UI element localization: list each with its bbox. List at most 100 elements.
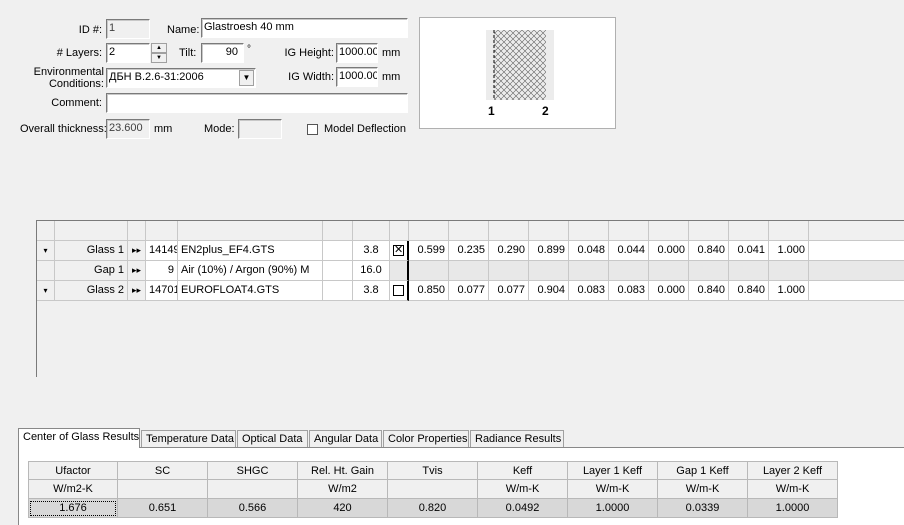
tab-temperature-data[interactable]: Temperature Data	[141, 430, 236, 447]
result-header: Rel. Ht. Gain	[298, 461, 388, 480]
table-cell	[609, 261, 649, 281]
column-header	[769, 221, 809, 241]
result-header: SC	[118, 461, 208, 480]
thickness-label: Overall thickness:	[20, 123, 107, 135]
gap-hatch	[494, 30, 546, 100]
chevron-down-icon[interactable]: ▼	[239, 70, 254, 86]
layer-id-cell[interactable]: 14701	[146, 281, 178, 301]
layer-name-cell: EN2plus_EF4.GTS	[178, 241, 323, 261]
env-label-line2: Conditions:	[48, 78, 104, 90]
tilt-input[interactable]: 90	[201, 43, 244, 63]
ig-height-unit: mm	[382, 47, 401, 59]
table-cell: 0.840	[689, 281, 729, 301]
comment-input[interactable]	[106, 93, 408, 113]
mode-field	[238, 119, 282, 139]
result-unit: W/m2-K	[28, 480, 118, 499]
ig-height-label: IG Height:	[284, 47, 334, 59]
layer-name-cell: Air (10%) / Argon (90%) M	[178, 261, 323, 281]
row-label: Gap 1	[55, 261, 128, 281]
table-cell	[809, 261, 904, 281]
row-label: Glass 1	[55, 241, 128, 261]
id-field: 1	[106, 19, 150, 39]
column-header	[353, 221, 390, 241]
table-cell: 0.000	[649, 281, 689, 301]
result-value: 0.0339	[658, 499, 748, 518]
mode-label: Mode:	[204, 123, 235, 135]
tilt-unit: °	[247, 44, 251, 55]
comment-label: Comment:	[51, 97, 102, 109]
layers-spinner[interactable]: ▲ ▼	[151, 43, 167, 63]
table-cell: 0.041	[729, 241, 769, 261]
table-cell: 0.235	[449, 241, 489, 261]
layer-id-cell[interactable]: 9	[146, 261, 178, 281]
result-header: Gap 1 Keff	[658, 461, 748, 480]
table-cell: 0.904	[529, 281, 569, 301]
row-dropdown-icon[interactable]: ▾	[37, 241, 55, 261]
flip-checkbox[interactable]	[393, 285, 404, 296]
tab-optical-data[interactable]: Optical Data	[237, 430, 308, 447]
result-value: 0.566	[208, 499, 298, 518]
ig-width-input[interactable]: 1000.00	[336, 67, 378, 87]
result-header: Tvis	[388, 461, 478, 480]
row-label: Glass 2	[55, 281, 128, 301]
flip-checkbox-cell	[390, 261, 409, 281]
result-value: 0.820	[388, 499, 478, 518]
results-pane: Ufactor W/m2-K 1.676 SC 0.651 SHGC 0.566 Rel. H…	[18, 447, 904, 525]
layer-name-cell: EUROFLOAT4.GTS	[178, 281, 323, 301]
table-cell	[569, 261, 609, 281]
result-unit: W/m-K	[748, 480, 838, 499]
flip-checkbox-cell[interactable]	[390, 281, 409, 301]
table-cell: 0.083	[609, 281, 649, 301]
column-header	[609, 221, 649, 241]
spin-down-icon[interactable]: ▼	[151, 53, 167, 63]
flip-checkbox[interactable]: ✕	[393, 245, 404, 256]
thickness-unit: mm	[154, 123, 173, 135]
table-cell	[729, 261, 769, 281]
tab-radiance-results[interactable]: Radiance Results	[470, 430, 564, 447]
column-header	[37, 221, 55, 241]
model-deflection-label[interactable]: Model Deflection	[324, 123, 406, 136]
env-conditions-select[interactable]: ДБН В.2.6-31:2006 ▼	[106, 68, 256, 88]
layers-label: # Layers:	[56, 47, 102, 59]
table-cell: 0.000	[649, 241, 689, 261]
glazing-preview: 1 2	[419, 17, 616, 129]
spin-up-icon[interactable]: ▲	[151, 43, 167, 53]
tab-center-of-glass-results[interactable]: Center of Glass Results	[18, 428, 140, 448]
layer-id-cell[interactable]: 14149	[146, 241, 178, 261]
table-cell	[529, 261, 569, 281]
column-header	[146, 221, 178, 241]
table-cell	[769, 261, 809, 281]
library-arrow-icon[interactable]: ▸▸	[128, 241, 146, 261]
result-unit: W/m-K	[568, 480, 658, 499]
thickness-field: 23.600	[106, 119, 150, 139]
library-arrow-icon[interactable]: ▸▸	[128, 281, 146, 301]
result-value: 420	[298, 499, 388, 518]
result-value: 0.651	[118, 499, 208, 518]
row-dropdown-icon[interactable]: ▾	[37, 281, 55, 301]
table-cell	[649, 261, 689, 281]
column-header	[55, 221, 128, 241]
result-unit	[118, 480, 208, 499]
name-input[interactable]: Glastroesh 40 mm	[201, 18, 408, 38]
column-header	[529, 221, 569, 241]
thickness-cell[interactable]: 16.0	[353, 261, 390, 281]
tab-color-properties[interactable]: Color Properties	[383, 430, 469, 447]
table-cell: 0.048	[569, 241, 609, 261]
layers-input[interactable]: 2	[106, 43, 150, 63]
tab-angular-data[interactable]: Angular Data	[309, 430, 382, 447]
result-header: Layer 1 Keff	[568, 461, 658, 480]
ig-height-input[interactable]: 1000.00	[336, 43, 378, 63]
result-value: 1.0000	[568, 499, 658, 518]
thickness-cell[interactable]: 3.8	[353, 241, 390, 261]
thickness-cell[interactable]: 3.8	[353, 281, 390, 301]
tilt-label: Tilt:	[179, 47, 197, 59]
layer-1-label: 1	[488, 104, 495, 118]
table-cell: 0.083	[569, 281, 609, 301]
table-cell	[409, 261, 449, 281]
column-header	[809, 221, 904, 241]
model-deflection-checkbox[interactable]	[307, 124, 318, 135]
flip-checkbox-cell[interactable]: ✕	[390, 241, 409, 261]
library-arrow-icon[interactable]: ▸▸	[128, 261, 146, 281]
env-conditions-value: ДБН В.2.6-31:2006	[109, 71, 204, 83]
table-cell	[809, 241, 904, 261]
